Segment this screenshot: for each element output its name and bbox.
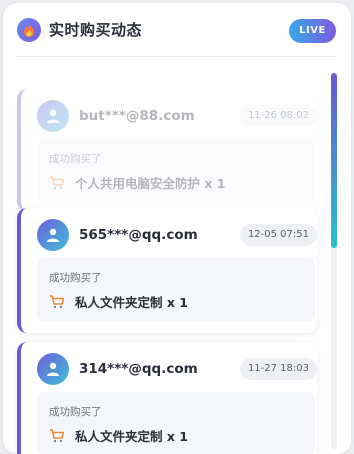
avatar <box>37 100 69 132</box>
live-badge: LIVE <box>289 19 336 43</box>
avatar <box>37 353 69 385</box>
user-icon <box>47 109 59 123</box>
purchase-action-label: 成功购买了 <box>49 153 102 165</box>
buyer-email: but***@88.com <box>79 108 195 124</box>
cart-icon <box>49 428 65 443</box>
widget-header: 实时购买动态 LIVE <box>3 3 351 56</box>
user-icon <box>47 362 59 376</box>
purchase-card: 314***@qq.com 11-27 18:03 成功购买了 私人文件夹定制 … <box>17 342 317 454</box>
purchase-time: 12-05 07:51 <box>239 224 317 246</box>
product-name: 私人文件夹定制 x 1 <box>75 295 188 310</box>
scrollbar-thumb[interactable] <box>331 73 337 248</box>
buyer-email: 565***@qq.com <box>79 227 198 243</box>
scrollbar-track[interactable] <box>331 73 337 449</box>
purchase-detail: 成功购买了 私人文件夹定制 x 1 <box>37 392 315 454</box>
purchase-action-label: 成功购买了 <box>49 406 102 418</box>
purchase-card-header: but***@88.com 11-26 08:02 <box>37 99 317 133</box>
page-title: 实时购买动态 <box>49 21 143 39</box>
product-name: 个人共用电脑安全防护 x 1 <box>75 176 226 191</box>
product-name: 私人文件夹定制 x 1 <box>75 429 188 444</box>
cart-icon <box>49 175 65 190</box>
purchase-time: 11-27 18:03 <box>239 358 317 380</box>
user-icon <box>47 228 59 242</box>
product-row: 私人文件夹定制 x 1 <box>49 426 188 445</box>
purchase-card: 565***@qq.com 12-05 07:51 成功购买了 私人文件夹定制 … <box>17 208 317 333</box>
purchase-feed-widget: 实时购买动态 LIVE but***@88.com 11-26 08:02 成功… <box>3 3 351 454</box>
purchase-action-label: 成功购买了 <box>49 272 102 284</box>
purchase-detail: 成功购买了 个人共用电脑安全防护 x 1 <box>37 139 315 203</box>
purchase-time: 11-26 08:02 <box>239 105 317 127</box>
purchase-card: but***@88.com 11-26 08:02 成功购买了 个人共用电脑安全… <box>17 89 317 211</box>
avatar <box>37 219 69 251</box>
purchase-card-header: 314***@qq.com 11-27 18:03 <box>37 352 317 386</box>
purchase-feed-list[interactable]: but***@88.com 11-26 08:02 成功购买了 个人共用电脑安全… <box>3 57 351 454</box>
cart-icon <box>49 294 65 309</box>
purchase-card-header: 565***@qq.com 12-05 07:51 <box>37 218 317 252</box>
flame-icon <box>17 17 41 42</box>
product-row: 个人共用电脑安全防护 x 1 <box>49 173 225 192</box>
product-row: 私人文件夹定制 x 1 <box>49 292 188 311</box>
purchase-detail: 成功购买了 私人文件夹定制 x 1 <box>37 258 315 322</box>
buyer-email: 314***@qq.com <box>79 361 198 377</box>
